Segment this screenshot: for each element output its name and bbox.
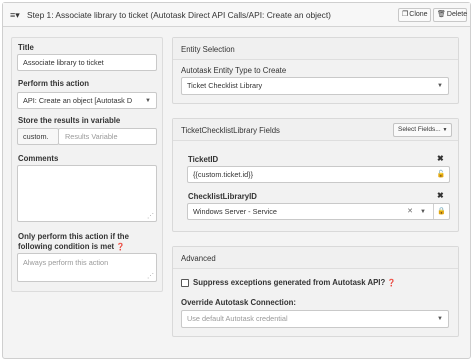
remove-ticket-id-icon[interactable]: ✖ bbox=[437, 154, 444, 163]
condition-placeholder: Always perform this action bbox=[23, 258, 109, 267]
condition-input[interactable]: Always perform this action ⋰ bbox=[17, 253, 157, 282]
clear-icon[interactable]: ✕ bbox=[407, 204, 413, 219]
chevron-down-icon: ▼ bbox=[437, 316, 443, 322]
entity-selection-title: Entity Selection bbox=[181, 45, 235, 54]
chevron-down-icon: ▼ bbox=[145, 98, 151, 104]
condition-label-line1: Only perform this action if the bbox=[18, 232, 129, 241]
help-icon[interactable]: ❓ bbox=[116, 244, 125, 251]
advanced-box: Advanced Suppress exceptions generated f… bbox=[172, 246, 459, 337]
lock-icon[interactable]: 🔒 bbox=[433, 204, 449, 219]
trash-icon: 🗑 bbox=[437, 11, 446, 18]
resize-grip-icon[interactable]: ⋰ bbox=[147, 213, 154, 220]
variable-prefix: custom. bbox=[17, 128, 59, 145]
delete-label: Delete bbox=[446, 11, 468, 18]
help-icon[interactable]: ❓ bbox=[387, 280, 396, 287]
step-title: Step 1: Associate library to ticket (Aut… bbox=[27, 10, 331, 20]
fields-title: TicketChecklistLibrary Fields bbox=[181, 126, 280, 135]
ticket-id-label: TicketID bbox=[188, 155, 219, 164]
step-settings-panel: Title Associate library to ticket Perfor… bbox=[11, 37, 163, 292]
checklist-library-value: Windows Server - Service bbox=[193, 207, 277, 216]
ticket-id-value: {{custom.ticket.id}} bbox=[193, 170, 254, 179]
checklist-library-select[interactable]: Windows Server - Service ✕ ▼ 🔒 bbox=[187, 203, 450, 220]
override-connection-select[interactable]: Use default Autotask credential ▼ bbox=[181, 310, 449, 328]
override-connection-label: Override Autotask Connection: bbox=[181, 298, 296, 307]
condition-label-text: following condition is met bbox=[18, 242, 115, 251]
fields-header: TicketChecklistLibrary Fields Select Fie… bbox=[173, 119, 458, 141]
perform-action-label: Perform this action bbox=[18, 79, 90, 88]
comments-label: Comments bbox=[18, 154, 59, 163]
select-fields-button[interactable]: Select Fields... ▼ bbox=[393, 123, 452, 137]
chevron-down-icon: ▼ bbox=[437, 83, 443, 89]
title-label: Title bbox=[18, 43, 34, 52]
clone-label: Clone bbox=[409, 11, 428, 18]
suppress-exceptions-label: Suppress exceptions generated from Autot… bbox=[193, 278, 396, 287]
chevron-down-icon: ▼ bbox=[442, 127, 448, 133]
perform-action-select[interactable]: API: Create an object [Autotask D ▼ bbox=[17, 92, 157, 109]
entity-selection-header: Entity Selection bbox=[173, 38, 458, 60]
delete-button[interactable]: 🗑Delete bbox=[433, 8, 467, 22]
chevron-down-icon[interactable]: ▼ bbox=[420, 204, 426, 219]
step-menu-toggle[interactable]: ≡▾ bbox=[10, 10, 20, 21]
resize-grip-icon[interactable]: ⋰ bbox=[147, 273, 154, 280]
advanced-title: Advanced bbox=[181, 254, 216, 263]
copy-icon: ❐ bbox=[402, 11, 409, 18]
title-input[interactable]: Associate library to ticket bbox=[17, 54, 157, 71]
suppress-exceptions-text: Suppress exceptions generated from Autot… bbox=[193, 278, 386, 287]
suppress-exceptions-checkbox[interactable] bbox=[181, 279, 189, 287]
step-header: ≡▾ Step 1: Associate library to ticket (… bbox=[3, 3, 470, 27]
fields-box: TicketChecklistLibrary Fields Select Fie… bbox=[172, 118, 459, 232]
entity-selection-box: Entity Selection Autotask Entity Type to… bbox=[172, 37, 459, 104]
select-fields-label: Select Fields... bbox=[398, 126, 441, 133]
advanced-header: Advanced bbox=[173, 247, 458, 269]
results-variable-input[interactable]: Results Variable bbox=[58, 128, 157, 145]
workflow-step-card: ≡▾ Step 1: Associate library to ticket (… bbox=[2, 2, 471, 359]
entity-type-label: Autotask Entity Type to Create bbox=[181, 66, 287, 75]
ticket-id-input[interactable]: {{custom.ticket.id}} 🔓 bbox=[187, 166, 450, 183]
override-connection-placeholder: Use default Autotask credential bbox=[187, 314, 288, 323]
remove-checklist-library-icon[interactable]: ✖ bbox=[437, 191, 444, 200]
entity-type-value: Ticket Checklist Library bbox=[187, 81, 263, 90]
condition-label-line2: following condition is met ❓ bbox=[18, 242, 125, 251]
perform-action-value: API: Create an object [Autotask D bbox=[23, 96, 133, 105]
clone-button[interactable]: ❐Clone bbox=[398, 8, 431, 22]
entity-type-select[interactable]: Ticket Checklist Library ▼ bbox=[181, 77, 449, 95]
checklist-library-label: ChecklistLibraryID bbox=[188, 192, 257, 201]
unlock-icon[interactable]: 🔓 bbox=[433, 167, 449, 182]
comments-textarea[interactable]: ⋰ bbox=[17, 165, 157, 222]
store-results-label: Store the results in variable bbox=[18, 116, 121, 125]
